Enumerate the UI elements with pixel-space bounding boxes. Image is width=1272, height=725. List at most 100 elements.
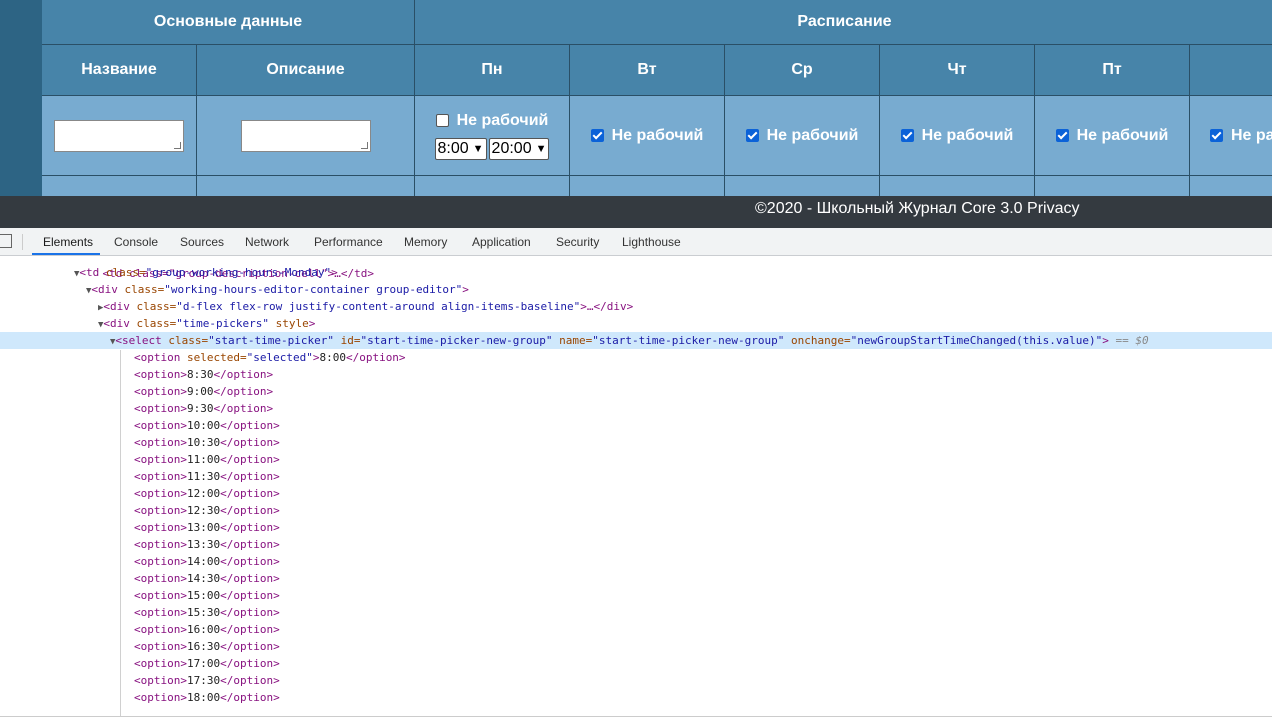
dom-node-line[interactable]: ▼<div class="time-pickers" style> [0,315,1272,332]
tag-text: </option> [213,368,274,381]
end-time-picker[interactable]: 20:00 ▼ [488,137,550,160]
tag-text: </option> [220,674,280,687]
description-textarea[interactable] [240,119,371,152]
column-header-tue: Вт [570,45,725,96]
tag-text: <div [103,300,130,313]
attr-name: class= [99,266,146,279]
name-cell [42,96,197,176]
dom-option-line[interactable]: <option>11:00</option> [0,451,1272,468]
tab-console[interactable]: Console [114,235,158,249]
wednesday-not-working-checkbox[interactable] [745,129,759,142]
tag-text: >…</div> [580,300,634,313]
not-working-label: Не рабочий [456,111,549,129]
option-text: 12:00 [186,487,221,500]
footer-text: ©2020 - Школьный Журнал Core 3.0 Privacy [755,200,1080,217]
option-text: 13:00 [186,521,221,534]
tag-text: <option> [134,657,187,670]
dom-option-line[interactable]: <option>10:00</option> [0,417,1272,434]
not-working-label: Не рабочий [766,126,859,144]
dom-option-line[interactable]: <option>14:00</option> [0,553,1272,570]
dom-option-line[interactable]: <option>12:30</option> [0,502,1272,519]
tab-performance[interactable]: Performance [314,235,383,249]
attr-value: "time-pickers" [176,317,269,330]
tag-text: > [462,283,469,296]
dom-option-line[interactable]: <option>15:00</option> [0,587,1272,604]
tab-application[interactable]: Application [472,235,531,249]
dom-option-line[interactable]: <option>10:30</option> [0,434,1272,451]
tab-memory[interactable]: Memory [404,235,447,249]
option-text: 8:30 [186,368,214,381]
tag-text: </option> [220,487,280,500]
attr-name: class= [129,300,177,313]
tab-lighthouse[interactable]: Lighthouse [622,235,681,249]
dom-option-line[interactable]: <option>12:00</option> [0,485,1272,502]
page-footer: ©2020 - Школьный Журнал Core 3.0 Privacy [0,196,1272,228]
dom-option-line[interactable]: <option>18:00</option> [0,689,1272,706]
dom-node-line[interactable]: ▼<td class="group-working-hours-Monday"> [0,264,1272,281]
dom-option-line[interactable]: <option>8:30</option> [0,366,1272,383]
column-header-thu: Чт [880,45,1035,96]
chevron-down-icon: ▼ [535,142,547,155]
attr-value: "working-hours-editor-container group-ed… [164,283,463,296]
console-ref: == $0 [1108,334,1149,347]
device-toolbar-icon[interactable] [0,234,12,248]
option-text: 9:30 [186,402,214,415]
option-text: 16:00 [186,623,221,636]
thursday-not-working-checkbox[interactable] [900,129,914,142]
name-textarea[interactable] [54,119,184,152]
dom-option-line[interactable]: <option>14:30</option> [0,570,1272,587]
dom-option-line[interactable]: <option>16:30</option> [0,638,1272,655]
friday-not-working-checkbox[interactable] [1055,129,1069,142]
tab-security[interactable]: Security [556,235,599,249]
group-header-schedule: Расписание [415,0,1272,45]
tag-text: </option> [220,640,280,653]
tag-text: </option> [220,436,280,449]
dom-option-line[interactable]: <option>16:00</option> [0,621,1272,638]
wednesday-not-working: Не рабочий [745,126,859,145]
not-working-label: Не рабочий [611,126,704,144]
tag-text: <div [103,317,130,330]
not-working-label: Не рабочий [921,126,1014,144]
dom-option-line[interactable]: <option>13:30</option> [0,536,1272,553]
tag-text: <option> [134,640,187,653]
description-cell [197,96,415,176]
tag-text: <select [115,334,162,347]
dom-node-line[interactable]: ▶<div class="d-flex flex-row justify-con… [0,298,1272,315]
dom-option-line[interactable]: <option>13:00</option> [0,519,1272,536]
dom-node-line[interactable]: ▼<div class="working-hours-editor-contai… [0,281,1272,298]
time-pickers: 8:00 ▼ 20:00 ▼ [434,137,550,160]
column-header-wed: Ср [725,45,880,96]
tuesday-not-working-checkbox[interactable] [590,129,604,142]
saturday-not-working-checkbox[interactable] [1210,129,1223,142]
saturday-cell: Не рабочий [1190,96,1272,176]
dom-option-line[interactable]: <option>17:00</option> [0,655,1272,672]
indent-guide [120,350,121,716]
tab-elements[interactable]: Elements [43,235,93,249]
dom-node-line-selected[interactable]: ▼<select class="start-time-picker" id="s… [0,332,1272,349]
tag-text: </option> [220,504,280,517]
tag-text: <td [79,266,100,279]
monday-cell: Не рабочий 8:00 ▼ 20:00 ▼ [415,96,570,176]
option-text: 17:00 [186,657,221,670]
dom-option-line[interactable]: <option>9:30</option> [0,400,1272,417]
dom-option-line[interactable]: <option>17:30</option> [0,672,1272,689]
thursday-not-working: Не рабочий [900,126,1014,145]
dom-option-line[interactable]: <option selected="selected">8:00</option… [0,349,1272,366]
tag-text: <option> [134,368,187,381]
tag-text: <option> [134,385,187,398]
tag-text: </option> [220,589,280,602]
dom-option-line[interactable]: <option>15:30</option> [0,604,1272,621]
option-text: 15:00 [186,589,221,602]
option-text: 14:00 [186,555,221,568]
start-time-picker[interactable]: 8:00 ▼ [434,137,487,160]
tab-network[interactable]: Network [245,235,289,249]
attr-value: "d-flex flex-row justify-content-around … [176,300,581,313]
monday-not-working-checkbox[interactable] [435,114,449,127]
dom-option-line[interactable]: <option>11:30</option> [0,468,1272,485]
attr-value: "selected" [246,351,313,364]
option-text: 13:30 [186,538,221,551]
tab-sources[interactable]: Sources [180,235,224,249]
dom-option-line[interactable]: <option>9:00</option> [0,383,1272,400]
tag-text: <option> [134,623,187,636]
option-text: 11:30 [186,470,221,483]
